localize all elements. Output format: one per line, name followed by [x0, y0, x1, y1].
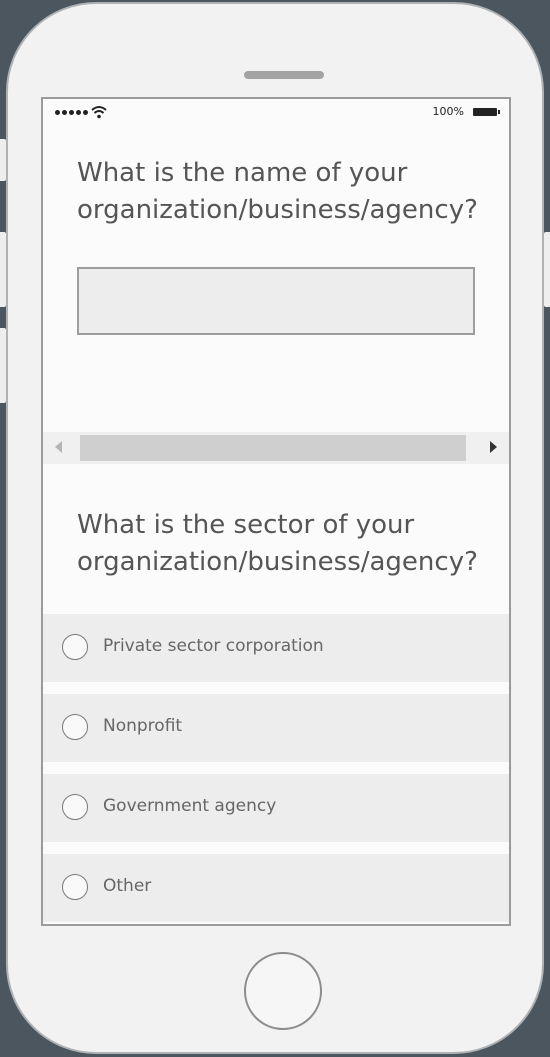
battery-icon	[473, 108, 500, 116]
signal-dots-icon	[55, 110, 88, 115]
radio-button[interactable]	[62, 634, 88, 660]
scroll-right-arrow-icon[interactable]	[490, 441, 497, 453]
home-button[interactable]	[244, 952, 322, 1030]
status-bar: 100%	[43, 99, 509, 131]
question-text: What is the sector of your organization/…	[77, 510, 478, 577]
question-text: What is the name of your organization/bu…	[77, 158, 478, 225]
scroll-thumb[interactable]	[80, 435, 466, 461]
question-organization-name: What is the name of your organization/bu…	[77, 155, 509, 229]
horizontal-scrollbar[interactable]	[43, 432, 509, 464]
question-organization-sector: What is the sector of your organization/…	[77, 507, 509, 581]
mute-switch	[0, 139, 6, 181]
radio-button[interactable]	[62, 794, 88, 820]
battery-percentage: 100%	[432, 105, 464, 118]
radio-button[interactable]	[62, 714, 88, 740]
radio-button[interactable]	[62, 874, 88, 900]
volume-down-button	[0, 328, 6, 403]
wifi-icon	[91, 106, 107, 119]
organization-name-input[interactable]	[77, 267, 475, 335]
option-label: Private sector corporation	[103, 636, 324, 656]
scroll-left-arrow-icon[interactable]	[55, 441, 62, 453]
option-nonprofit[interactable]: Nonprofit	[43, 694, 509, 762]
power-button	[544, 232, 550, 307]
speaker-grille	[244, 71, 324, 79]
option-label: Nonprofit	[103, 716, 183, 736]
option-label: Government agency	[103, 796, 277, 816]
phone-screen: 100% What is the name of your organizati…	[41, 97, 511, 926]
option-private-sector[interactable]: Private sector corporation	[43, 614, 509, 682]
option-label: Other	[103, 876, 152, 896]
volume-up-button	[0, 232, 6, 307]
option-other[interactable]: Other	[43, 854, 509, 922]
option-government-agency[interactable]: Government agency	[43, 774, 509, 842]
